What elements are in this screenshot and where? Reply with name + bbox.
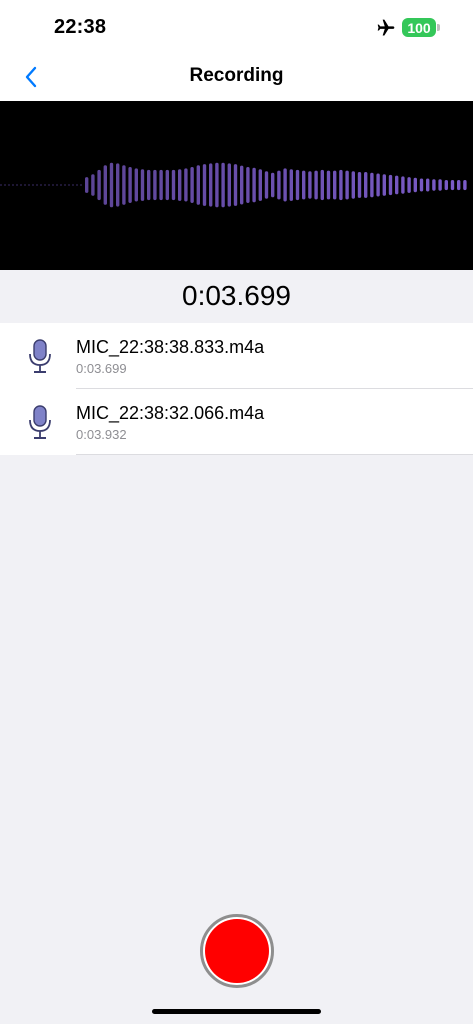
waveform-bar	[395, 175, 399, 195]
waveform-bar	[240, 165, 244, 205]
waveform-bar	[289, 169, 293, 201]
waveform-bar	[134, 168, 138, 202]
waveform-bar	[128, 167, 132, 203]
waveform-bar	[196, 165, 200, 205]
waveform-graphic	[0, 162, 467, 208]
recording-name: MIC_22:38:32.066.m4a	[76, 403, 265, 423]
home-indicator	[152, 1009, 321, 1014]
waveform-bar	[438, 179, 442, 191]
microphone-icon	[29, 405, 51, 439]
waveform-bar	[271, 172, 275, 198]
waveform-bar	[376, 173, 380, 197]
status-time: 22:38	[54, 16, 107, 38]
airplane-icon	[377, 19, 395, 36]
waveform-bar	[333, 170, 337, 200]
waveform-bar	[209, 163, 213, 207]
waveform-bar	[91, 174, 95, 196]
waveform-bar	[109, 162, 114, 208]
recordings-list: MIC_22:38:38.833.m4a 0:03.699 MIC_22:38:…	[0, 323, 473, 455]
waveform-bar	[351, 171, 355, 199]
recording-duration: 0:03.932	[76, 427, 127, 442]
waveform-bar	[171, 169, 176, 201]
waveform-bar	[364, 172, 368, 198]
waveform-bar	[426, 178, 430, 192]
waveform-bar	[233, 164, 238, 206]
waveform-bar	[283, 168, 287, 202]
waveform-bar	[308, 171, 312, 199]
waveform-bar	[246, 167, 250, 203]
waveform-bar	[370, 172, 374, 198]
waveform-bar	[302, 170, 306, 200]
waveform-bar	[153, 169, 157, 201]
waveform-bar	[432, 179, 436, 191]
list-separator	[76, 454, 473, 455]
waveform-bar	[264, 171, 269, 199]
waveform-bar	[221, 162, 225, 208]
waveform-bar	[295, 169, 300, 201]
waveform-bar	[122, 165, 126, 205]
battery-cap	[437, 24, 440, 31]
waveform-bar	[419, 178, 424, 192]
waveform-bar	[388, 174, 393, 196]
waveform-bar	[116, 163, 120, 207]
microphone-icon	[29, 339, 51, 373]
waveform-bar	[401, 176, 405, 194]
waveform-bar	[165, 169, 169, 201]
waveform-bar	[339, 169, 343, 201]
waveform-bar	[450, 180, 455, 191]
recording-name: MIC_22:38:38.833.m4a	[76, 337, 265, 357]
navigation-bar: Recording	[0, 56, 473, 101]
waveform-bar	[202, 164, 207, 206]
recording-timer: 0:03.699	[182, 280, 291, 311]
waveform-bar	[463, 180, 467, 191]
waveform-bar	[97, 169, 101, 201]
battery-indicator: 100	[402, 18, 436, 37]
waveform-bar	[178, 169, 182, 201]
waveform-view	[0, 101, 473, 270]
waveform-bar	[147, 169, 151, 201]
record-button[interactable]	[200, 914, 274, 988]
waveform-bar	[140, 169, 145, 201]
waveform-bar	[184, 168, 188, 202]
waveform-bar	[326, 170, 331, 200]
waveform-bar	[103, 165, 107, 205]
waveform-bar	[413, 177, 417, 193]
waveform-bar	[444, 180, 448, 191]
waveform-bar	[457, 180, 461, 191]
status-bar: 22:38 100	[0, 0, 473, 56]
waveform-bar	[159, 169, 163, 201]
recording-duration: 0:03.699	[76, 361, 127, 376]
waveform-bar	[190, 167, 194, 203]
waveform-bar	[258, 169, 262, 201]
waveform-bar	[277, 170, 281, 200]
list-item[interactable]: MIC_22:38:32.066.m4a 0:03.932	[0, 389, 473, 455]
waveform-bar	[215, 162, 219, 208]
battery-level: 100	[407, 19, 431, 36]
waveform-bar	[252, 167, 256, 203]
record-icon	[205, 919, 269, 983]
list-item[interactable]: MIC_22:38:38.833.m4a 0:03.699	[0, 323, 473, 389]
waveform-bar	[314, 170, 318, 200]
waveform-bar	[85, 177, 89, 193]
waveform-bar	[345, 170, 349, 200]
waveform-bar	[407, 177, 411, 193]
page-title: Recording	[189, 65, 284, 86]
waveform-bar	[357, 172, 362, 198]
waveform-bar	[320, 169, 324, 201]
waveform-bar	[227, 163, 231, 207]
waveform-bar	[382, 174, 386, 196]
